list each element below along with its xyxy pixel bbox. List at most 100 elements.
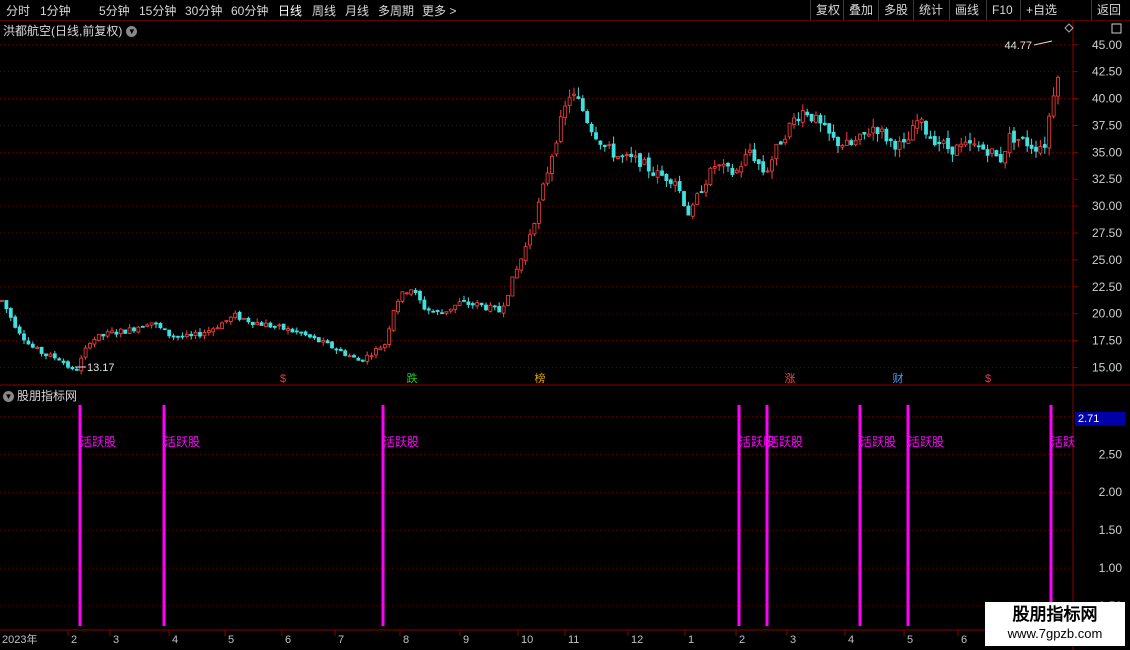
candle-body	[932, 136, 937, 146]
candle-body	[558, 116, 563, 142]
candle-body	[448, 308, 453, 312]
candle-body	[193, 331, 198, 336]
candle-body	[594, 132, 598, 140]
candle-body	[985, 149, 990, 156]
kline-chart[interactable]: 45.0042.5040.0037.5035.0032.5030.0027.50…	[0, 0, 1130, 650]
month-label: 3	[113, 634, 119, 646]
candle-body	[902, 139, 906, 143]
candle-body	[492, 305, 497, 308]
candle-body	[61, 360, 66, 364]
candle-body	[990, 148, 994, 154]
event-marker: 榜	[535, 371, 546, 385]
candle-body	[963, 141, 968, 146]
candle-body	[286, 328, 290, 331]
event-marker: 跌	[407, 371, 418, 385]
stock-title-label: 洪都航空(日线,前复权)	[3, 24, 123, 38]
candle-body	[17, 326, 22, 334]
candle-body	[479, 302, 484, 306]
candle-body	[145, 324, 150, 327]
candle-body	[356, 357, 361, 361]
candle-body	[422, 299, 427, 310]
price-tick-label: 32.50	[1092, 172, 1122, 186]
candle-body	[1034, 146, 1038, 152]
candle-body	[844, 139, 849, 146]
candle-body	[70, 366, 75, 370]
candle-body	[660, 170, 664, 176]
candle-body	[431, 310, 436, 313]
window-icon	[1111, 23, 1122, 34]
candle-body	[761, 161, 766, 173]
candle-body	[369, 355, 374, 358]
candle-body	[686, 205, 691, 216]
month-label: 8	[403, 634, 409, 646]
candle-body	[840, 145, 845, 148]
candle-body	[919, 118, 924, 123]
event-marker: 财	[893, 371, 904, 385]
candle-body	[242, 317, 246, 320]
stock-title[interactable]: 洪都航空(日线,前复权) ▼	[3, 22, 138, 39]
month-label: 5	[907, 634, 913, 646]
candle-body	[602, 144, 607, 147]
indicator-tick-label: 2.50	[1099, 447, 1123, 461]
candle-body	[1042, 144, 1047, 148]
price-tick-label: 15.00	[1092, 360, 1122, 374]
candle-body	[928, 136, 933, 139]
candle-body	[272, 325, 277, 328]
candle-body	[44, 353, 48, 357]
event-marker: 涨	[785, 372, 796, 385]
candle-body	[158, 322, 163, 329]
candle-body	[277, 324, 282, 327]
month-label: 2	[739, 634, 745, 646]
candle-body	[1012, 130, 1016, 143]
candle-body	[946, 138, 950, 150]
candle-body	[39, 346, 44, 354]
candle-body	[206, 330, 211, 333]
candle-body	[462, 299, 466, 302]
candle-body	[809, 113, 814, 122]
candle-body	[519, 258, 524, 271]
candle-body	[268, 322, 273, 328]
month-label: 12	[631, 634, 643, 646]
chevron-down-icon[interactable]: ▼	[126, 26, 138, 37]
indicator-title[interactable]: ▼ 股朋指标网	[3, 387, 77, 404]
month-label: 5	[228, 634, 234, 646]
candle-body	[708, 167, 713, 185]
candle-body	[550, 155, 554, 174]
candle-body	[950, 146, 955, 155]
candle-body	[400, 291, 405, 302]
candle-body	[576, 96, 581, 99]
price-tick-label: 25.00	[1092, 253, 1122, 267]
candle-body	[734, 169, 739, 174]
candle-body	[352, 355, 356, 358]
candle-body	[57, 358, 62, 361]
candle-body	[224, 320, 229, 323]
candle-body	[875, 127, 880, 134]
month-label: 6	[285, 634, 291, 646]
candle-body	[506, 294, 510, 306]
month-label: 9	[463, 634, 469, 646]
candle-body	[743, 154, 748, 166]
candle-body	[246, 317, 251, 323]
candle-body	[607, 144, 612, 147]
candle-body	[83, 347, 88, 358]
signal-label: 活跃股	[164, 435, 200, 449]
candle-body	[541, 183, 546, 201]
candle-body	[699, 191, 704, 193]
candle-body	[1007, 133, 1012, 154]
candle-body	[127, 327, 132, 334]
candle-body	[528, 234, 532, 246]
candle-body	[1056, 76, 1060, 97]
candle-body	[325, 340, 330, 344]
candle-body	[523, 246, 528, 262]
chevron-down-icon[interactable]: ▼	[3, 391, 14, 402]
candle-body	[162, 328, 167, 331]
candle-body	[976, 145, 981, 148]
candle-body	[0, 299, 4, 302]
candle-body	[118, 328, 123, 335]
candle-body	[646, 157, 651, 172]
price-tick-label: 22.50	[1092, 280, 1122, 294]
month-label: 7	[338, 634, 344, 646]
current-value-badge: 2.71	[1075, 412, 1125, 426]
candle-body	[664, 173, 669, 181]
candle-body	[739, 165, 744, 173]
